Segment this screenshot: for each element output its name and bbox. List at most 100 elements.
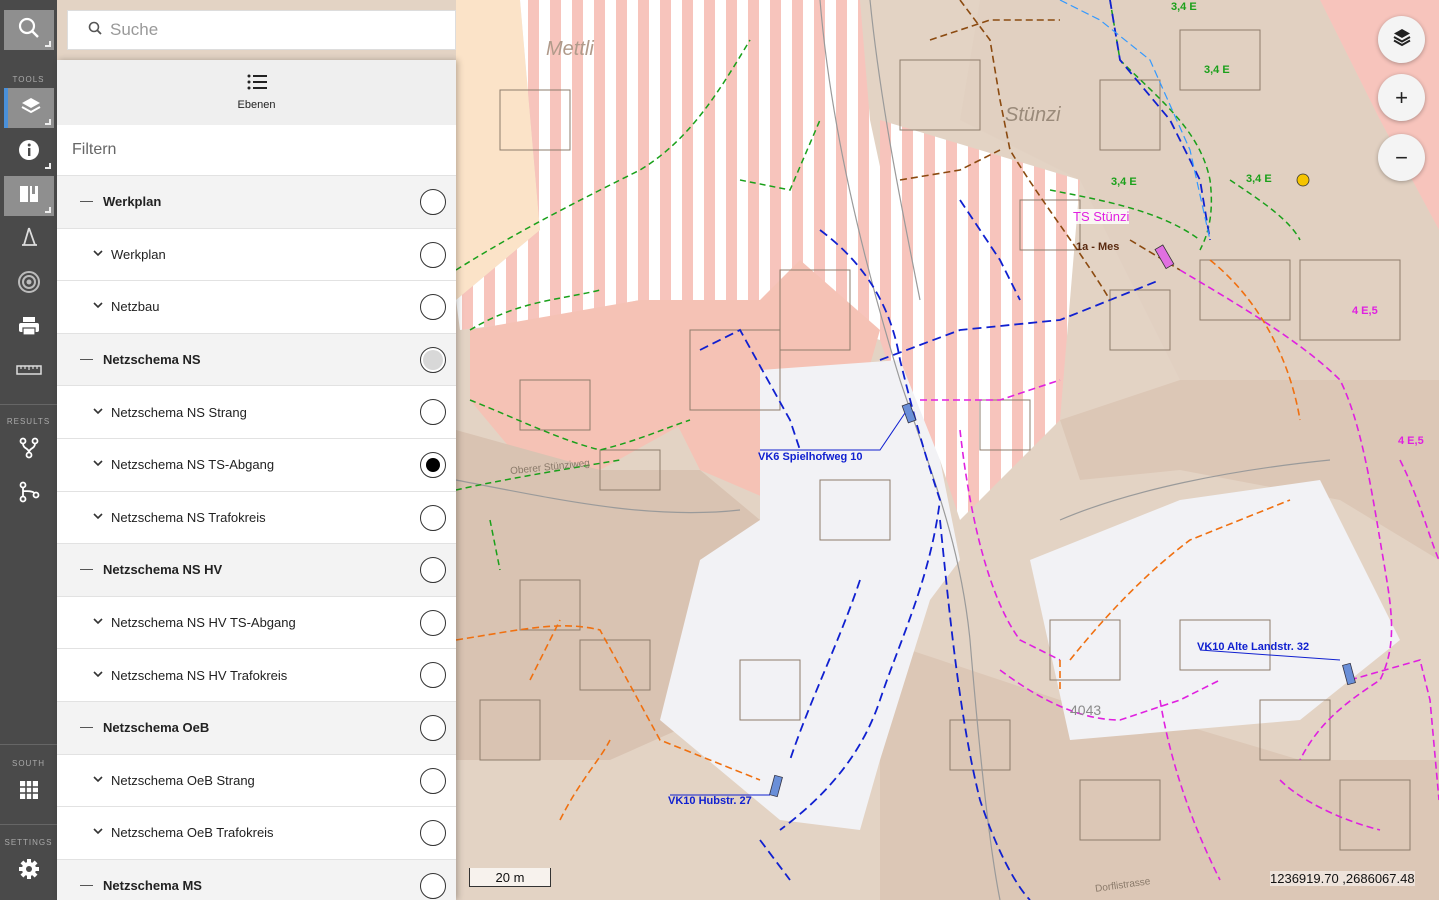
chevron-down-icon[interactable] (93, 670, 103, 681)
layer-group-row[interactable]: Netzschema OeB (57, 701, 456, 755)
layers-tool-button[interactable] (4, 88, 54, 128)
settings-section-label: SETTINGS (4, 838, 53, 847)
layer-label: Werkplan (111, 246, 166, 262)
info-icon (18, 139, 40, 166)
map-label-mes: 1a - Mes (1076, 241, 1120, 253)
network-graph-button[interactable] (4, 474, 54, 514)
collapse-dash-icon[interactable] (80, 359, 93, 361)
target-icon (17, 270, 41, 299)
layer-visibility-radio[interactable] (420, 767, 446, 794)
map-label-e34-b: 3,4 E (1204, 64, 1230, 76)
layer-visibility-radio[interactable] (420, 662, 446, 689)
zoom-in-button[interactable]: + (1378, 74, 1425, 121)
layer-label: Netzschema NS Trafokreis (111, 509, 266, 525)
scale-bar: 20 m (469, 868, 551, 887)
layer-group-row[interactable]: Werkplan (57, 176, 456, 229)
layer-label: Netzschema NS TS-Abgang (111, 457, 275, 473)
branch-icon (18, 437, 40, 464)
chevron-down-icon[interactable] (93, 827, 103, 838)
map-label-e34-c: 3,4 E (1111, 176, 1137, 188)
layer-row[interactable]: Werkplan (57, 229, 456, 282)
layer-visibility-radio[interactable] (420, 504, 446, 531)
map-label-stunzi: Stünzi (1005, 104, 1061, 126)
panel-header-layers-tab[interactable]: Ebenen (57, 60, 456, 125)
compass-icon (18, 226, 40, 253)
layer-label: Netzbau (111, 299, 160, 315)
legend-tool-button[interactable] (4, 176, 54, 216)
chevron-down-icon[interactable] (93, 459, 103, 470)
search-box[interactable] (67, 10, 456, 50)
map-label-e34-a: 3,4 E (1171, 1, 1197, 13)
info-tool-button[interactable] (4, 132, 54, 172)
settings-button[interactable] (4, 851, 54, 891)
layer-visibility-radio[interactable] (420, 346, 446, 373)
layer-visibility-radio[interactable] (420, 451, 446, 478)
target-tool-button[interactable] (4, 264, 54, 304)
layer-visibility-radio[interactable] (420, 714, 446, 741)
layer-label: Netzschema NS Strang (111, 404, 247, 420)
search-icon (18, 17, 40, 44)
layer-row[interactable]: Netzschema NS HV TS-Abgang (57, 597, 456, 650)
results-section-label: RESULTS (6, 417, 51, 426)
layer-visibility-radio[interactable] (420, 820, 446, 847)
measure-angle-button[interactable] (4, 219, 54, 259)
layer-visibility-radio[interactable] (420, 872, 446, 899)
layer-row[interactable]: Netzschema NS HV Trafokreis (57, 649, 456, 702)
grid-tool-button[interactable] (4, 772, 54, 812)
layer-label: Netzschema OeB Trafokreis (111, 825, 274, 841)
layer-label: Netzschema MS (103, 878, 202, 894)
layer-visibility-radio[interactable] (420, 241, 446, 268)
search-icon (88, 21, 102, 40)
layer-group-row[interactable]: Netzschema NS HV (57, 544, 456, 597)
layer-visibility-radio[interactable] (420, 399, 446, 426)
layer-row[interactable]: Netzbau (57, 281, 456, 334)
filter-box[interactable] (57, 125, 456, 176)
collapse-dash-icon[interactable] (80, 885, 93, 887)
minus-icon: − (1395, 144, 1408, 170)
filter-input[interactable] (72, 141, 432, 159)
layer-visibility-radio[interactable] (420, 557, 446, 584)
ruler-icon (16, 363, 42, 381)
map-label-vk6: VK6 Spielhofweg 10 (758, 451, 863, 463)
chevron-down-icon[interactable] (93, 301, 103, 312)
map-label-mettli: Mettli (546, 38, 594, 60)
collapse-dash-icon[interactable] (80, 569, 93, 571)
map-label-vk10-hub: VK10 Hubstr. 27 (668, 795, 752, 807)
map-label-e45-a: 4 E,5 (1352, 305, 1378, 317)
chevron-down-icon[interactable] (93, 775, 103, 786)
layer-visibility-radio[interactable] (420, 294, 446, 321)
search-input[interactable] (110, 20, 410, 40)
book-icon (18, 183, 40, 210)
layer-row[interactable]: Netzschema OeB Trafokreis (57, 807, 456, 860)
layer-row[interactable]: Netzschema NS Strang (57, 386, 456, 439)
plus-icon: + (1395, 84, 1408, 110)
collapse-dash-icon[interactable] (80, 727, 93, 729)
map-label-ts-stunzi: TS Stünzi (1073, 209, 1130, 224)
chevron-down-icon[interactable] (93, 617, 103, 628)
layer-panel: Ebenen Werkplan Werkplan Netzbau Netzschema… (57, 60, 456, 900)
print-tool-button[interactable] (4, 308, 54, 348)
network-trace-button[interactable] (4, 430, 54, 470)
search-tool-button[interactable] (4, 10, 54, 50)
panel-header-label: Ebenen (237, 99, 276, 111)
layer-row[interactable]: Netzschema NS TS-Abgang (57, 439, 456, 492)
layer-row[interactable]: Netzschema OeB Strang (57, 755, 456, 808)
chevron-down-icon[interactable] (93, 512, 103, 523)
collapse-dash-icon[interactable] (80, 201, 93, 203)
graph-icon (18, 481, 40, 508)
ruler-tool-button[interactable] (4, 352, 54, 392)
chevron-down-icon[interactable] (93, 249, 103, 260)
layer-row[interactable]: Netzschema NS Trafokreis (57, 492, 456, 545)
left-toolbar: TOOLS RESULTS SOUTH SETTINGS (0, 0, 57, 900)
layer-visibility-radio[interactable] (420, 189, 446, 215)
radio-dot (423, 349, 443, 370)
zoom-out-button[interactable]: − (1378, 134, 1425, 181)
layer-group-row[interactable]: Netzschema MS (57, 859, 456, 900)
layer-label: Netzschema NS HV TS-Abgang (111, 615, 296, 631)
layers-icon (1392, 27, 1412, 53)
gear-icon (18, 858, 40, 885)
basemap-switch-button[interactable] (1378, 16, 1425, 63)
chevron-down-icon[interactable] (93, 407, 103, 418)
layer-group-row[interactable]: Netzschema NS (57, 333, 456, 387)
layer-visibility-radio[interactable] (420, 609, 446, 636)
